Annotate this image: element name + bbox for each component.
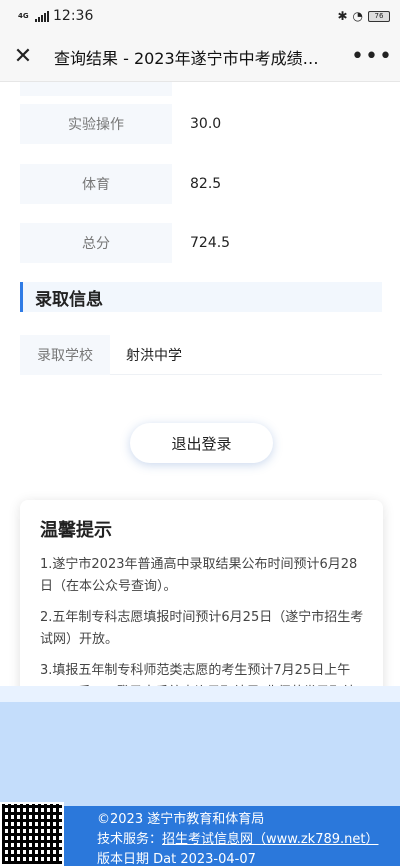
close-icon[interactable]: ✕ <box>0 32 46 82</box>
tech-service-label: 技术服务： <box>97 832 163 847</box>
score-row-experiment: 实验操作 30.0 <box>20 104 382 144</box>
section-title: 录取信息 <box>35 289 103 310</box>
admission-school: 射洪中学 <box>126 347 182 364</box>
previous-row-stub <box>20 82 172 96</box>
version-date: 版本日期 Dat 2023-04-07 <box>97 852 256 866</box>
admission-label: 录取学校 <box>20 334 110 375</box>
tech-service-link[interactable]: 招生考试信息网（www.zk789.net） <box>162 832 378 847</box>
tip-item: 1.遂宁市2023年普通高中录取结果公布时间预计6月28日（在本公众号查询）。 <box>40 557 358 594</box>
score-value: 82.5 <box>190 176 222 192</box>
tip-item: 2.五年制专科志愿填报时间预计6月25日（遂宁市招生考试网）开放。 <box>40 610 364 647</box>
qr-code-image <box>0 802 64 866</box>
more-icon[interactable]: ••• <box>344 32 400 82</box>
score-label: 总分 <box>20 223 172 263</box>
score-label: 实验操作 <box>20 104 172 144</box>
page-title: 查询结果 - 2023年遂宁市中考成绩… <box>54 48 319 68</box>
admission-section-header: 录取信息 <box>20 282 382 312</box>
score-value: 30.0 <box>190 116 222 132</box>
tips-title: 温馨提示 <box>40 520 112 541</box>
score-label: 体育 <box>20 164 172 204</box>
footer-info: ©2023 遂宁市教育和体育局 技术服务：招生考试信息网（www.zk789.n… <box>97 810 378 866</box>
tech-service: 技术服务：招生考试信息网（www.zk789.net） <box>97 830 378 850</box>
score-row-pe: 体育 82.5 <box>20 164 382 204</box>
nav-bar: ✕ 查询结果 - 2023年遂宁市中考成绩… ••• <box>0 32 400 82</box>
signal-icon <box>35 10 49 22</box>
score-value: 724.5 <box>190 235 231 251</box>
alarm-icon: ◔ <box>352 9 363 23</box>
clock: 12:36 <box>53 8 94 24</box>
status-bar: 4G 12:36 ✱ ◔ 76 <box>0 0 400 32</box>
score-row-total: 总分 724.5 <box>20 223 382 263</box>
bluetooth-icon: ✱ <box>337 9 348 23</box>
logout-button[interactable]: 退出登录 <box>130 423 273 463</box>
footer: ©2023 遂宁市教育和体育局 技术服务：招生考试信息网（www.zk789.n… <box>0 686 400 866</box>
admission-row: 录取学校 射洪中学 <box>20 334 382 375</box>
copyright-text: ©2023 遂宁市教育和体育局 <box>97 812 265 827</box>
battery-icon: 76 <box>368 10 390 22</box>
network-indicator: 4G <box>18 11 29 20</box>
